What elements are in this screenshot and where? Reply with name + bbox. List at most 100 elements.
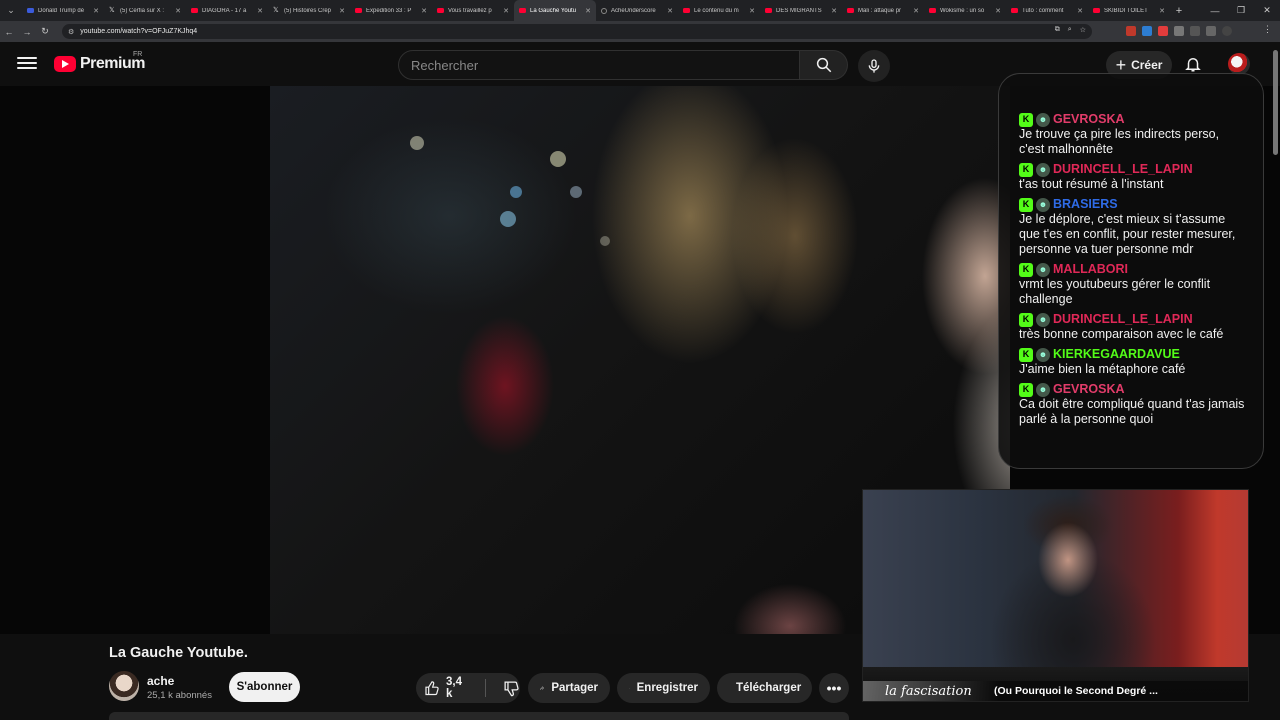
tab-search-chevron-icon[interactable]: ⌄ — [0, 0, 22, 21]
browser-tab[interactable]: Vous travaillez p ✕ — [432, 0, 514, 21]
search-input[interactable] — [411, 57, 799, 73]
bokeh-light — [410, 136, 424, 150]
youtube-favicon-icon — [847, 8, 854, 13]
dislike-button[interactable] — [493, 673, 520, 703]
tab-title: DES MIGRANTS — [776, 7, 822, 14]
chat-overlay: K ☻ GEVROSKA Je trouve ça pire les indirect… — [998, 73, 1264, 469]
search-button[interactable] — [800, 50, 848, 80]
site-info-icon[interactable]: ⚙ — [68, 28, 74, 36]
browser-tab[interactable]: SKIBIDI TOILET ✕ — [1088, 0, 1170, 21]
tab-close-icon[interactable]: ✕ — [585, 7, 591, 15]
tab-close-icon[interactable]: ✕ — [1159, 7, 1165, 15]
chat-text: Je trouve ça pire les indirects perso, c… — [1019, 127, 1220, 156]
extension-icon[interactable] — [1126, 26, 1136, 36]
install-app-icon[interactable]: ⧉ — [1055, 26, 1060, 34]
download-label: Télécharger — [736, 682, 802, 694]
reload-icon[interactable]: ↻ — [36, 26, 54, 37]
tab-close-icon[interactable]: ✕ — [1077, 7, 1083, 15]
browser-tab[interactable]: Expedition 33 : P ✕ — [350, 0, 432, 21]
browser-menu-icon[interactable]: ⋮ — [1263, 24, 1272, 35]
browser-tab[interactable]: AcheUnderscore ✕ — [596, 0, 678, 21]
chat-text: J'aime bien la métaphore café — [1019, 362, 1186, 376]
tab-title: AcheUnderscore — [611, 7, 656, 14]
extension-icon[interactable] — [1190, 26, 1200, 36]
tab-close-icon[interactable]: ✕ — [503, 7, 509, 15]
kick-badge-icon: K — [1019, 262, 1033, 277]
minimize-icon[interactable]: — — [1202, 6, 1228, 16]
chat-message: K ☻ BRASIERS Je le déplore, c'est mieux si … — [1019, 197, 1247, 257]
tab-close-icon[interactable]: ✕ — [667, 7, 673, 15]
extension-icon[interactable] — [1142, 26, 1152, 36]
tab-close-icon[interactable]: ✕ — [257, 7, 263, 15]
chat-username: GEVROSKA — [1053, 112, 1125, 126]
extension-icon[interactable] — [1158, 26, 1168, 36]
close-window-icon[interactable]: ✕ — [1254, 5, 1280, 16]
omnibox-actions: ⧉ ⌕ ☆ — [1055, 26, 1086, 34]
new-tab-button[interactable]: + — [1170, 5, 1188, 17]
save-button[interactable]: Enregistrer — [617, 673, 710, 703]
skull-badge-icon: ☻ — [1036, 312, 1050, 327]
url-text[interactable]: youtube.com/watch?v=OFJuZ7KJhq4 — [80, 28, 197, 35]
browser-tab[interactable]: Tuto : comment ✕ — [1006, 0, 1088, 21]
like-count: 3,4 k — [445, 676, 462, 700]
extension-icon[interactable] — [1174, 26, 1184, 36]
tab-title: Tuto : comment — [1022, 7, 1064, 14]
kick-badge-icon: K — [1019, 312, 1033, 327]
youtube-favicon-icon — [929, 8, 936, 13]
page-scrollbar[interactable] — [1273, 50, 1278, 155]
search-icon — [816, 57, 831, 73]
search-box[interactable] — [398, 50, 800, 80]
browser-tab[interactable]: Wokisme : un so ✕ — [924, 0, 1006, 21]
forward-icon[interactable]: → — [18, 27, 36, 37]
chat-username: BRASIERS — [1053, 197, 1118, 211]
tab-title: Expedition 33 : P — [366, 7, 412, 14]
bokeh-light — [500, 211, 516, 227]
share-arrow-icon — [540, 686, 545, 690]
description-box[interactable] — [109, 712, 849, 720]
kick-badge-icon: K — [1019, 382, 1033, 397]
extension-icon[interactable] — [1222, 26, 1232, 36]
chat-author-row: K ☻ DURINCELL_LE_LAPIN — [1019, 162, 1247, 177]
bookmark-star-icon[interactable]: ☆ — [1080, 26, 1086, 34]
youtube-favicon-icon — [765, 8, 772, 13]
ticker-title: (Ou Pourquoi le Second Degré ... — [994, 685, 1158, 697]
back-icon[interactable]: ← — [0, 27, 18, 37]
tab-close-icon[interactable]: ✕ — [421, 7, 427, 15]
tab-close-icon[interactable]: ✕ — [93, 7, 99, 15]
tab-close-icon[interactable]: ✕ — [913, 7, 919, 15]
tab-close-icon[interactable]: ✕ — [995, 7, 1001, 15]
browser-tab[interactable]: Mali : attaque pr ✕ — [842, 0, 924, 21]
extension-icon[interactable] — [1206, 26, 1216, 36]
browser-tab[interactable]: Le contenu du m ✕ — [678, 0, 760, 21]
browser-tab[interactable]: Donald Trump dé ✕ — [22, 0, 104, 21]
address-bar[interactable]: ⚙ youtube.com/watch?v=OFJuZ7KJhq4 ⧉ ⌕ ☆ — [62, 24, 1092, 39]
zoom-icon[interactable]: ⌕ — [1068, 26, 1072, 34]
channel-avatar[interactable] — [109, 671, 139, 701]
share-label: Partager — [551, 682, 598, 694]
share-button[interactable]: Partager — [528, 673, 610, 703]
channel-name[interactable]: ache — [147, 674, 174, 688]
download-button[interactable]: Télécharger — [717, 673, 812, 703]
voice-search-button[interactable] — [858, 50, 890, 82]
more-actions-button[interactable]: ••• — [819, 673, 849, 703]
video-title: La Gauche Youtube. — [109, 645, 248, 661]
subscribe-button[interactable]: S'abonner — [229, 672, 300, 702]
tab-close-icon[interactable]: ✕ — [175, 7, 181, 15]
tab-close-icon[interactable]: ✕ — [749, 7, 755, 15]
hamburger-menu-icon[interactable] — [17, 54, 37, 74]
browser-tab[interactable]: 𝕏 (5) Histoires Crép ✕ — [268, 0, 350, 21]
bokeh-light — [510, 186, 522, 198]
maximize-icon[interactable]: ❐ — [1228, 5, 1254, 16]
youtube-premium-logo[interactable]: Premium FR — [54, 51, 145, 73]
account-avatar[interactable] — [1228, 53, 1250, 75]
tab-title: Mali : attaque pr — [858, 7, 902, 14]
tab-close-icon[interactable]: ✕ — [831, 7, 837, 15]
like-button[interactable]: 3,4 k — [416, 673, 470, 703]
chat-text: Je le déplore, c'est mieux si t'assume q… — [1019, 212, 1236, 256]
tab-close-icon[interactable]: ✕ — [339, 7, 345, 15]
tab-title: (5) Cerfia sur X : — [120, 7, 165, 14]
browser-tab[interactable]: DES MIGRANTS ✕ — [760, 0, 842, 21]
browser-tab[interactable]: 𝕏 (5) Cerfia sur X : ✕ — [104, 0, 186, 21]
browser-tab[interactable]: La Gauche Youtu ✕ — [514, 0, 596, 21]
browser-tab[interactable]: DIAGORA - 17 a ✕ — [186, 0, 268, 21]
